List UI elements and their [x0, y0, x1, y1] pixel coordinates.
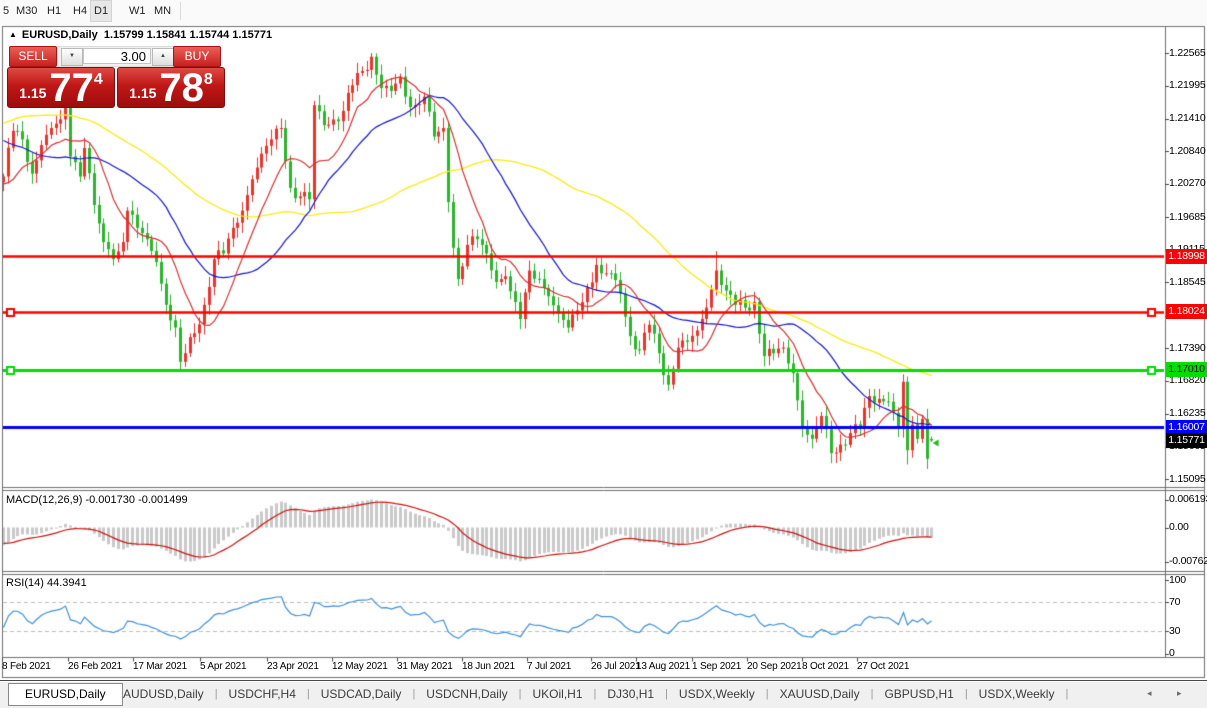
buy-price-pip: 8 — [204, 71, 213, 89]
tab-usdx-weekly-7[interactable]: USDX,Weekly — [668, 687, 766, 701]
volume-increase-button[interactable]: ▲ — [152, 48, 174, 66]
timeframe-toolbar: 5M30H1 H4D1 W1MN — [0, 0, 1207, 25]
tab-usdcnh-daily-4[interactable]: USDCNH,Daily — [415, 687, 518, 701]
symbol-tabs: AUDUSD,Daily|USDCHF,H4|USDCAD,Daily|USDC… — [112, 681, 1068, 707]
sell-button[interactable]: SELL — [9, 46, 57, 67]
date-tick-label: 12 May 2021 — [332, 661, 388, 672]
sell-price-main: 77 — [49, 72, 94, 105]
rsi-tick-label: 0 — [1169, 647, 1175, 659]
sell-price-prefix: 1.15 — [19, 85, 46, 101]
date-tick-label: 17 Mar 2021 — [133, 661, 187, 672]
rsi-tick-label: 30 — [1169, 625, 1180, 637]
tab-gbpusd-h1-9[interactable]: GBPUSD,H1 — [873, 687, 964, 701]
chart-symbol-label: EURUSD,Daily — [22, 29, 98, 41]
price-tick-label: 1.18545 — [1169, 276, 1206, 288]
one-click-trade-panel: SELL ▼ ▲ BUY 1.15 77 4 1.15 78 8 — [8, 45, 226, 107]
price-tick-label: 1.15095 — [1169, 473, 1206, 485]
date-tick-label: 26 Feb 2021 — [68, 661, 122, 672]
tab-usdchf-h4-2[interactable]: USDCHF,H4 — [218, 687, 307, 701]
chart-ohlc-header: ▲ EURUSD,Daily 1.15799 1.15841 1.15744 1.… — [9, 29, 272, 41]
tab-usdcad-daily-3[interactable]: USDCAD,Daily — [310, 687, 413, 701]
tab-xauusd-daily-8[interactable]: XAUUSD,Daily — [769, 687, 871, 701]
tab-ukoil-h1-5[interactable]: UKOil,H1 — [522, 687, 594, 701]
price-tick-label: 1.16235 — [1169, 407, 1206, 419]
date-tick-label: 5 Apr 2021 — [200, 661, 246, 672]
price-tick-label: 1.20270 — [1169, 177, 1206, 189]
date-tick-label: 1 Sep 2021 — [692, 661, 741, 672]
macd-indicator-label: MACD(12,26,9) -0.001730 -0.001499 — [6, 494, 188, 506]
tabs-scroll-right-icon[interactable]: ▸ — [1177, 688, 1182, 699]
tab-separator: | — [1065, 688, 1068, 700]
chart-collapse-icon[interactable]: ▲ — [9, 30, 17, 39]
macd-tick-label: 0.006193 — [1169, 493, 1207, 505]
macd-tick-label: 0.00 — [1169, 521, 1189, 533]
date-tick-label: 13 Aug 2021 — [636, 661, 690, 672]
toolbar-divider — [180, 2, 181, 20]
sell-price-box[interactable]: 1.15 77 4 — [7, 67, 115, 108]
buy-price-box[interactable]: 1.15 78 8 — [117, 67, 225, 108]
timeframe-button-m30[interactable]: M30 — [13, 0, 40, 22]
rsi-indicator-label: RSI(14) 44.3941 — [6, 577, 87, 589]
date-tick-label: 23 Apr 2021 — [267, 661, 319, 672]
date-tick-label: 8 Feb 2021 — [2, 661, 51, 672]
date-tick-label: 27 Oct 2021 — [857, 661, 909, 672]
timeframe-button-mn[interactable]: MN — [151, 0, 174, 22]
tab-dj30-h1-6[interactable]: DJ30,H1 — [596, 687, 665, 701]
price-tag-117010: 1.17010 — [1166, 362, 1207, 377]
rsi-tick-label: 100 — [1169, 574, 1186, 586]
symbol-tab-bar: EURUSD,Daily AUDUSD,Daily|USDCHF,H4|USDC… — [0, 680, 1207, 708]
timeframe-button-d1[interactable]: D1 — [90, 0, 112, 22]
date-tick-label: 7 Jul 2021 — [527, 661, 571, 672]
timeframe-button-h1[interactable]: H1 — [44, 0, 64, 22]
tab-usdx-weekly-10[interactable]: USDX,Weekly — [968, 687, 1066, 701]
price-tick-label: 1.22565 — [1169, 47, 1206, 59]
rsi-tick-label: 70 — [1169, 596, 1180, 608]
volume-decrease-button[interactable]: ▼ — [61, 48, 83, 66]
price-tag-118998: 1.18998 — [1166, 249, 1207, 264]
buy-price-main: 78 — [159, 72, 204, 105]
price-tick-label: 1.17390 — [1169, 342, 1206, 354]
volume-input[interactable] — [83, 48, 151, 64]
tab-eurusd-daily[interactable]: EURUSD,Daily — [8, 683, 123, 706]
price-tick-label: 1.20840 — [1169, 145, 1206, 157]
date-tick-label: 31 May 2021 — [397, 661, 453, 672]
buy-price-prefix: 1.15 — [129, 85, 156, 101]
price-tag-118024: 1.18024 — [1166, 304, 1207, 319]
price-tick-label: 1.21410 — [1169, 112, 1206, 124]
date-tick-label: 18 Jun 2021 — [462, 661, 515, 672]
date-tick-label: 8 Oct 2021 — [802, 661, 849, 672]
tab-audusd-daily-1[interactable]: AUDUSD,Daily — [112, 687, 215, 701]
price-tick-label: 1.21995 — [1169, 79, 1206, 91]
tabs-scroll-left-icon[interactable]: ◂ — [1147, 688, 1152, 699]
price-tag-115771: 1.15771 — [1166, 433, 1207, 448]
date-tick-label: 20 Sep 2021 — [747, 661, 802, 672]
timeframe-button-h4[interactable]: H4 — [70, 0, 90, 22]
macd-tick-label: -0.007621 — [1169, 555, 1207, 567]
timeframe-button-w1[interactable]: W1 — [126, 0, 149, 22]
timeframe-button-5[interactable]: 5 — [0, 0, 12, 22]
buy-button[interactable]: BUY — [173, 46, 221, 67]
chart-ohlc-values: 1.15799 1.15841 1.15744 1.15771 — [104, 29, 272, 41]
date-tick-label: 26 Jul 2021 — [591, 661, 641, 672]
price-tick-label: 1.19685 — [1169, 211, 1206, 223]
sell-price-pip: 4 — [94, 71, 103, 89]
